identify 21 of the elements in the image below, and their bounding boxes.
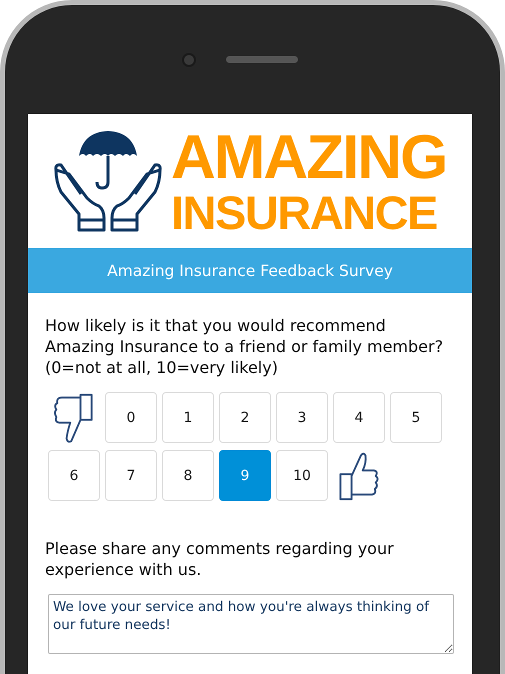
rating-option[interactable]: 2	[219, 392, 271, 443]
rating-option[interactable]: 5	[390, 392, 442, 443]
question-text: Please share any comments regarding your experience with us.	[45, 538, 395, 580]
umbrella-hands-icon	[53, 130, 163, 232]
rating-option[interactable]: 4	[333, 392, 385, 443]
speaker-grille	[226, 56, 298, 63]
logo-wordmark: AMAZING	[171, 126, 446, 188]
rating-option[interactable]: 0	[105, 392, 157, 443]
logo-wordmark: INSURANCE	[171, 188, 437, 236]
comment-field[interactable]: We love your service and how you're always thinking of our future needs!	[48, 594, 454, 654]
rating-option[interactable]: 9	[219, 450, 271, 501]
question-text: How likely is it that you would recommend Amazing Insurance to a friend or family member? (0=not at all, 10=very likely)	[45, 315, 444, 378]
rating-option[interactable]: 7	[105, 450, 157, 501]
rating-option[interactable]: 8	[162, 450, 214, 501]
thumbs-up-icon	[337, 450, 381, 502]
rating-option[interactable]: 6	[48, 450, 100, 501]
rating-option[interactable]: 3	[276, 392, 328, 443]
rating-option[interactable]: 1	[162, 392, 214, 443]
camera-icon	[182, 52, 196, 66]
survey-title: Amazing Insurance Feedback Survey	[107, 262, 393, 280]
rating-option[interactable]: 10	[276, 450, 328, 501]
